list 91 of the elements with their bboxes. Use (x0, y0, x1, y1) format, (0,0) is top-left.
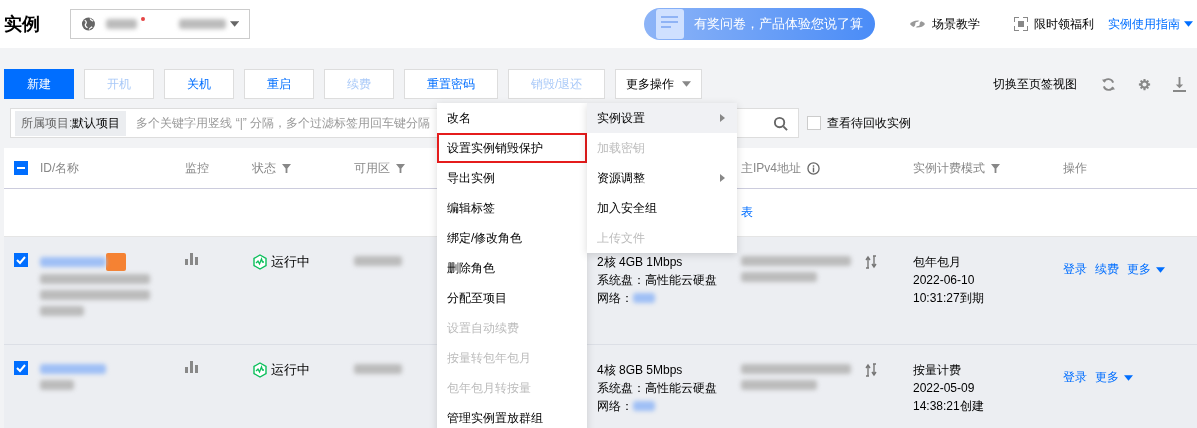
network-label: 网络： (597, 398, 633, 415)
menu-item[interactable]: 资源调整 (587, 163, 737, 193)
status-text: 运行中 (252, 361, 310, 379)
check-icon (15, 254, 27, 266)
scene-teaching-link[interactable]: 场景教学 (909, 15, 980, 33)
page-title: 实例 (4, 13, 40, 36)
checkbox-label: 查看待回收实例 (827, 114, 911, 132)
more-dropdown[interactable]: 更多 (1127, 261, 1165, 278)
action-link[interactable]: 登录 (1063, 261, 1087, 278)
column-header: 可用区 (354, 159, 390, 177)
column-header: 实例计费模式 (913, 159, 985, 177)
column-header: 监控 (185, 159, 209, 177)
column-header: 操作 (1063, 159, 1087, 177)
swap-icon[interactable] (865, 255, 877, 269)
menu-item[interactable]: 分配至项目 (437, 283, 587, 313)
project-tag[interactable]: 所属项目:默认项目 (15, 110, 127, 136)
redacted-text (105, 19, 138, 29)
redacted-text (40, 364, 106, 374)
instance-tag (106, 253, 126, 271)
action-link[interactable]: 续费 (1095, 261, 1119, 278)
toolbar-button[interactable]: 重置密码 (404, 69, 498, 99)
redacted-text (633, 293, 655, 303)
menu-item[interactable]: 删除角色 (437, 253, 587, 283)
eye-slash-icon (909, 18, 926, 30)
billing-text: 包年包月 (913, 254, 961, 271)
qr-code-icon (1014, 17, 1028, 31)
region-selector[interactable] (70, 9, 250, 39)
redacted-text (40, 380, 74, 390)
menu-item[interactable]: 编辑标签 (437, 193, 587, 223)
redacted-text (179, 19, 226, 29)
filter-icon[interactable] (396, 163, 405, 173)
redacted-text (40, 306, 84, 316)
toolbar-button[interactable]: 关机 (164, 69, 234, 99)
menu-item[interactable]: 管理实例置放群组 (437, 403, 587, 428)
config-text: 4核 8GB 5Mbps (597, 362, 683, 379)
billing-text: 2022-05-09 (913, 380, 975, 397)
redacted-text (40, 257, 106, 267)
bar-chart-icon[interactable] (185, 253, 199, 265)
globe-icon (81, 16, 96, 32)
filter-icon[interactable] (991, 163, 1000, 173)
running-icon (252, 254, 268, 270)
notification-dot (141, 17, 146, 21)
menu-item[interactable]: 绑定/修改角色 (437, 223, 587, 253)
config-text: 系统盘：高性能云硬盘 (597, 380, 717, 397)
config-text: 系统盘：高性能云硬盘 (597, 272, 717, 289)
filter-icon[interactable] (282, 163, 291, 173)
toolbar-button[interactable]: 新建 (4, 69, 74, 99)
menu-item[interactable]: 加入安全组 (587, 193, 737, 223)
bar-chart-icon[interactable] (185, 361, 199, 373)
row-checkbox[interactable] (14, 361, 28, 375)
menu-item[interactable]: 导出实例 (437, 163, 587, 193)
caret-icon (229, 21, 239, 27)
notice-link[interactable]: 表 (741, 204, 1197, 221)
caret-icon (682, 81, 692, 87)
view-switch-link[interactable]: 切换至页签视图 (993, 75, 1077, 93)
survey-banner[interactable]: 有奖问卷，产品体验您说了算 (644, 8, 875, 40)
billing-text: 按量计费 (913, 362, 961, 379)
row-checkbox[interactable] (14, 253, 28, 267)
running-icon (252, 362, 268, 378)
checkbox[interactable] (807, 116, 821, 130)
column-header: 状态 (252, 159, 276, 177)
guide-link[interactable]: 实例使用指南 (1108, 15, 1193, 33)
check-icon (15, 362, 27, 374)
column-header: 主IPv4地址 (741, 159, 801, 177)
more-dropdown[interactable]: 更多 (1095, 369, 1133, 386)
more-actions-dropdown[interactable]: 更多操作 (615, 69, 703, 99)
redacted-text (354, 364, 402, 374)
network-label: 网络： (597, 290, 633, 307)
document-icon (656, 9, 684, 39)
caret-icon (1124, 374, 1133, 381)
menu-item[interactable]: 实例设置 (587, 103, 737, 133)
billing-text: 10:31:27到期 (913, 290, 984, 307)
select-all-checkbox[interactable] (14, 161, 28, 175)
billing-text: 2022-06-10 (913, 272, 975, 289)
action-link[interactable]: 登录 (1063, 369, 1087, 386)
toolbar-button[interactable]: 重启 (244, 69, 314, 99)
benefits-link[interactable]: 限时领福利 (1014, 15, 1094, 33)
billing-text: 14:38:21创建 (913, 398, 984, 415)
info-icon[interactable] (807, 161, 820, 175)
redacted-text (633, 401, 655, 411)
refresh-icon[interactable] (1101, 76, 1116, 92)
settings-icon[interactable] (1137, 76, 1152, 92)
config-text: 2核 4GB 1Mbps (597, 254, 683, 271)
status-text: 运行中 (252, 253, 310, 271)
redacted-text (354, 256, 402, 266)
download-icon[interactable] (1173, 76, 1186, 92)
column-header: ID/名称 (40, 159, 80, 177)
caret-icon (1156, 266, 1165, 273)
search-icon[interactable] (773, 115, 788, 131)
swap-icon[interactable] (865, 363, 877, 377)
caret-icon (1184, 21, 1193, 27)
